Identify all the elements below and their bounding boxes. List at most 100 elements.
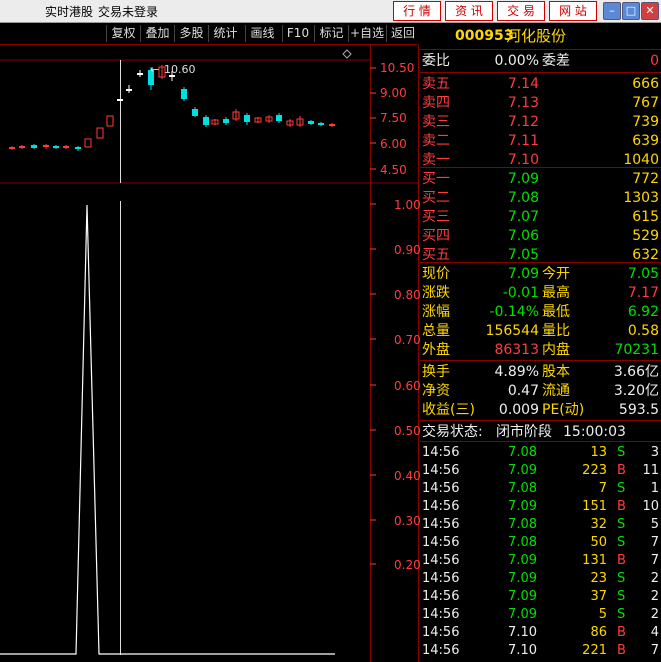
multi-stock-button[interactable]: 多股 [174,25,208,42]
market-label: 实时港股 [45,5,94,19]
tick-count: 3 [650,445,659,460]
quote-row: 现价 7.09 今开 7.05 [420,265,661,283]
login-status: 交易未登录 [98,5,159,19]
quote-value: 86313 [494,342,539,358]
quote-label: 内盘 [542,342,570,358]
add-favorite-button[interactable]: +自选 [348,25,385,42]
tick-count: 2 [650,607,659,622]
tick-row: 14:56 7.09 23 S 2 [420,570,661,588]
tick-price: 7.09 [508,589,537,604]
buy-level-row: 买三 7.07 615 [420,208,661,226]
finance-value: 0.009 [498,402,539,418]
news-button[interactable]: 资 讯 [445,1,493,21]
tick-volume: 7 [598,481,607,496]
tick-price: 7.09 [508,607,537,622]
tick-price: 7.08 [508,445,537,460]
tick-count: 11 [642,463,659,478]
tick-volume: 5 [598,607,607,622]
tick-volume: 223 [582,463,607,478]
ratio-tick: 0.30 [394,514,420,528]
ratio-tick: 0.40 [394,469,420,483]
tick-price: 7.08 [508,481,537,496]
tick-side: B [617,463,626,478]
draw-line-button[interactable]: 画线 [245,25,279,42]
close-icon[interactable]: ✕ [641,2,659,20]
overlay-button[interactable]: 叠加 [140,25,174,42]
quote-label: 最高 [542,285,570,301]
quote-value: 7.17 [627,285,659,301]
weicha-value: 0 [650,53,659,69]
tick-count: 5 [650,517,659,532]
tick-price: 7.09 [508,499,537,514]
tick-time: 14:56 [422,589,460,604]
stock-name: 河化股份 [506,27,567,45]
finance-label: PE(动) [542,402,585,418]
trade-button[interactable]: 交 易 [497,1,545,21]
tick-time: 14:56 [422,445,460,460]
indicator-line [0,204,335,655]
finance-value: 3.20亿 [613,383,659,399]
tick-row: 14:56 7.08 50 S 7 [420,534,661,552]
tick-row: 14:56 7.08 32 S 5 [420,516,661,534]
tick-count: 1 [650,481,659,496]
price-tick: 9.00 [380,86,407,100]
quote-row: 外盘 86313 内盘 70231 [420,341,661,359]
tick-price: 7.10 [508,625,537,640]
sell-level-row: 卖四 7.13 767 [420,94,661,112]
title-bar: 实时港股 交易未登录 行 情 资 讯 交 易 网 站 – □ ✕ [0,0,661,23]
sell-price: 7.14 [507,76,539,92]
tick-price: 7.09 [508,553,537,568]
f10-button[interactable]: F10 [282,25,313,42]
buy-volume: 772 [632,171,659,187]
tick-count: 2 [650,589,659,604]
back-button[interactable]: 返回 [386,25,419,42]
tick-volume: 151 [582,499,607,514]
tick-row: 14:56 7.09 223 B 11 [420,462,661,480]
mark-button[interactable]: 标记 [314,25,348,42]
buy-price: 7.08 [507,190,539,206]
sell-level-row: 卖二 7.11 639 [420,132,661,150]
quote-button[interactable]: 行 情 [393,1,441,21]
finance-value: 0.47 [507,383,539,399]
tick-time: 14:56 [422,607,460,622]
ratio-axis: 1.00 0.90 0.80 0.70 0.60 0.50 0.40 0.30 … [394,198,420,572]
tick-time: 14:56 [422,535,460,550]
chart-area[interactable]: ← 10.60 10.50 9.00 7.50 6.00 4.50 1.00 0… [0,45,420,662]
minimize-icon[interactable]: – [603,2,621,20]
tick-row: 14:56 7.09 131 B 7 [420,552,661,570]
price-tick: 10.50 [380,61,414,75]
tick-time: 14:56 [422,553,460,568]
buy-price: 7.09 [507,171,539,187]
tick-volume: 23 [590,571,607,586]
maximize-icon[interactable]: □ [622,2,640,20]
price-tick: 4.50 [380,163,407,177]
quote-value: 6.92 [627,304,659,320]
quote-value: 7.09 [507,266,539,282]
quote-label: 涨跌 [422,285,450,301]
tick-row: 14:56 7.10 221 B 7 [420,642,661,660]
website-button[interactable]: 网 站 [549,1,597,21]
quote-row: 涨幅 -0.14% 最低 6.92 [420,303,661,321]
tick-price: 7.08 [508,535,537,550]
tick-side: S [617,445,626,460]
stats-button[interactable]: 统计 [208,25,242,42]
finance-value: 4.89% [494,364,539,380]
buy-volume: 529 [632,228,659,244]
ratio-tick: 0.20 [394,558,420,572]
trade-status-value: 闭市阶段 [496,424,552,440]
sell-level-label: 卖三 [422,114,450,130]
sell-level-row: 卖三 7.12 739 [420,113,661,131]
finance-label: 收益(三) [422,402,475,418]
tick-side: B [617,553,626,568]
sell-price: 7.11 [507,133,539,149]
price-tick: 6.00 [380,137,407,151]
sell-volume: 739 [632,114,659,130]
price-tick: 7.50 [380,111,407,125]
buy-level-row: 买二 7.08 1303 [420,189,661,207]
buy-price: 7.07 [507,209,539,225]
tick-price: 7.09 [508,571,537,586]
stock-header: 000953 河化股份 [420,26,661,46]
tick-side: S [617,481,626,496]
adjust-button[interactable]: 复权 [106,25,140,42]
tick-row: 14:56 7.09 5 S 2 [420,606,661,624]
